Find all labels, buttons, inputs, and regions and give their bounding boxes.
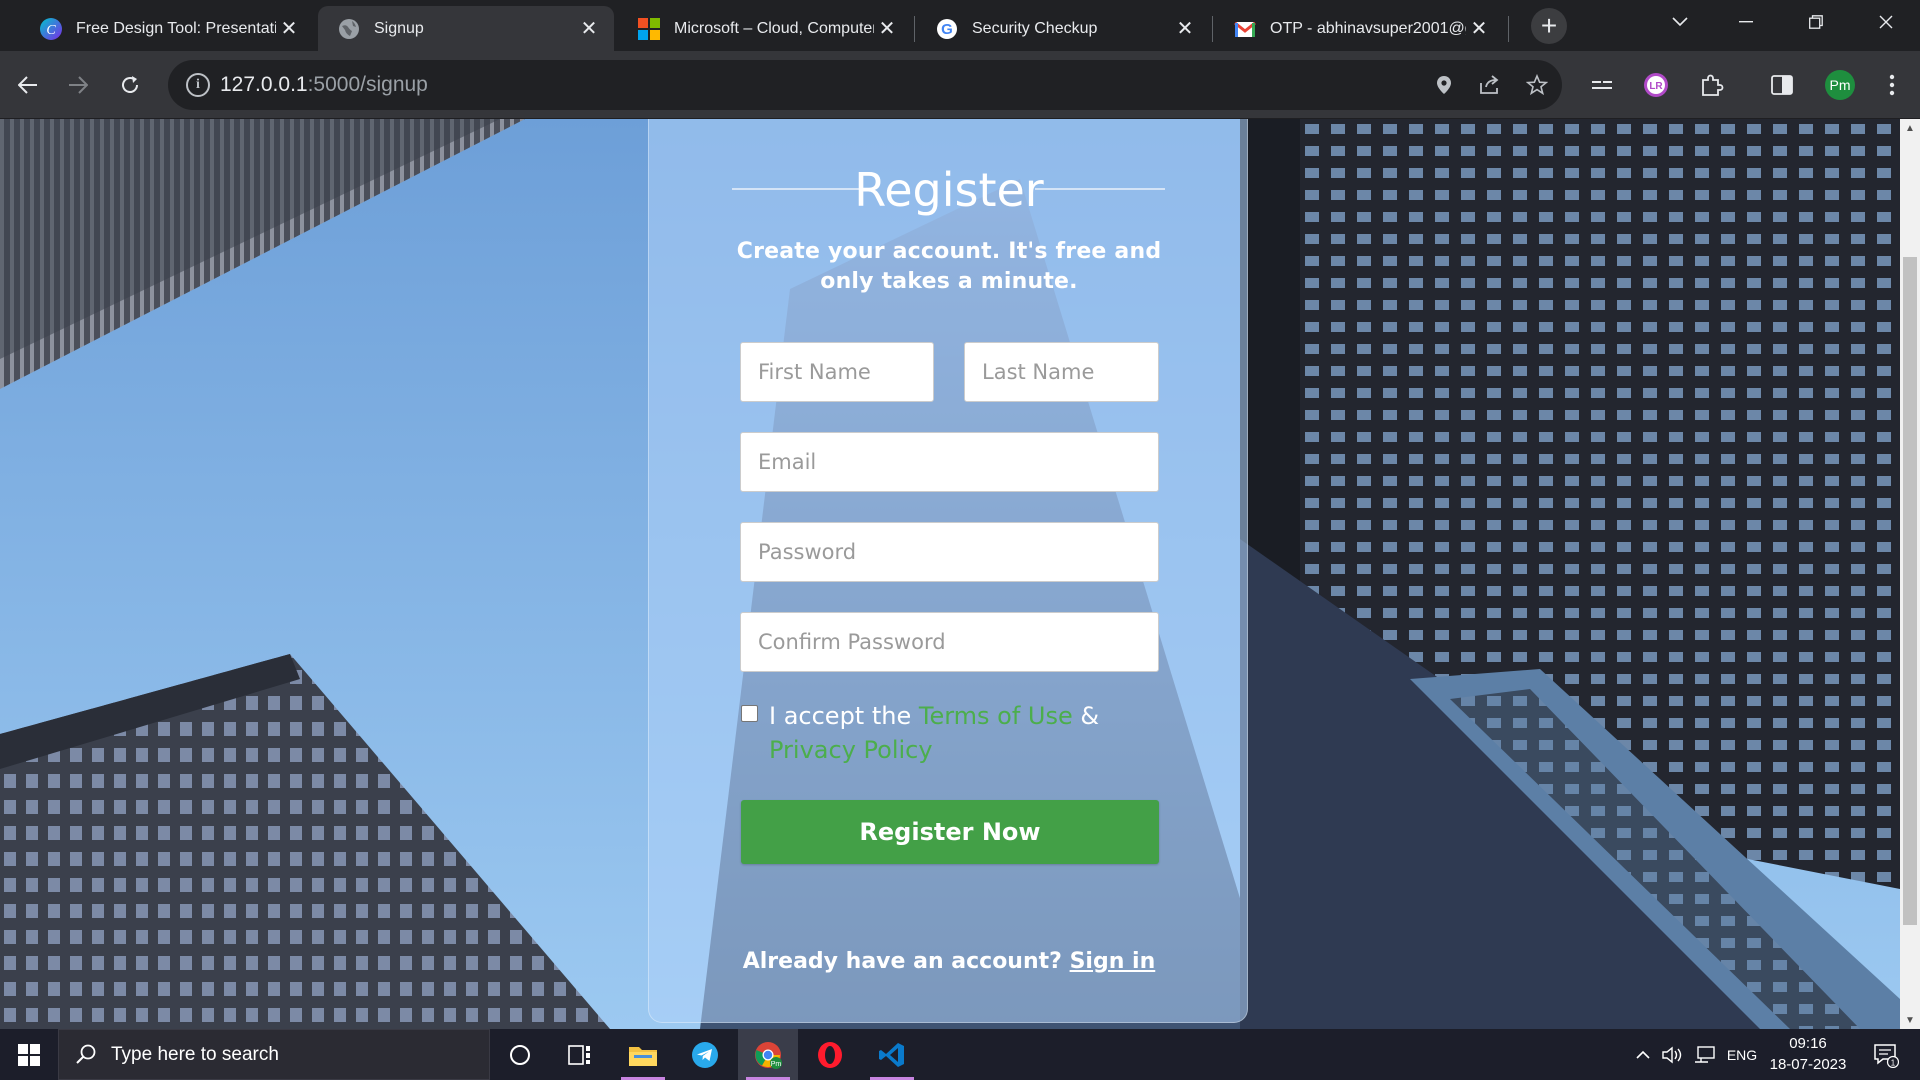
tab-groups-icon[interactable]: [1582, 65, 1622, 105]
file-explorer-icon[interactable]: [613, 1029, 673, 1080]
register-now-button[interactable]: Register Now: [741, 800, 1159, 864]
chrome-taskbar-icon[interactable]: Pm: [738, 1029, 798, 1080]
last-name-input[interactable]: [964, 342, 1159, 402]
reload-button[interactable]: [110, 65, 150, 105]
side-panel-icon[interactable]: [1762, 65, 1802, 105]
browser-toolbar: i 127.0.0.1:5000/signup LR Pm: [0, 51, 1920, 119]
tab-title: OTP - abhinavsuper2001@gr: [1270, 19, 1466, 37]
url-host: 127.0.0.1: [220, 73, 308, 96]
canva-icon: C: [40, 17, 62, 40]
forward-button[interactable]: [58, 65, 98, 105]
google-icon: G: [936, 18, 958, 40]
terms-label: I accept the Terms of Use & Privacy Poli…: [769, 699, 1129, 767]
clock-time: 09:16: [1789, 1035, 1827, 1052]
tab-separator: [1508, 16, 1509, 42]
terms-checkbox[interactable]: [741, 705, 758, 722]
sign-in-link[interactable]: Sign in: [1070, 949, 1156, 974]
url-path: :5000/signup: [307, 73, 428, 96]
taskbar-search-input[interactable]: Type here to search: [58, 1029, 490, 1080]
svg-text:1: 1: [1891, 1058, 1896, 1067]
page-subtitle: Create your account. It's free and only …: [736, 239, 1162, 294]
email-input[interactable]: [740, 432, 1159, 492]
windows-start-icon[interactable]: [0, 1029, 58, 1080]
page-viewport: Register Create your account. It's free …: [0, 119, 1900, 1029]
new-tab-button[interactable]: +: [1531, 8, 1567, 44]
tab-title: Signup: [374, 19, 424, 37]
url-text[interactable]: 127.0.0.1:5000/signup: [220, 73, 428, 97]
svg-text:G: G: [941, 21, 953, 38]
vscode-icon[interactable]: [862, 1029, 922, 1080]
taskbar-search-placeholder: Type here to search: [111, 1044, 279, 1065]
signin-prompt-text: Already have an account?: [742, 949, 1070, 974]
tab-search-chevron-icon[interactable]: [1650, 0, 1710, 44]
register-card: Register Create your account. It's free …: [648, 119, 1248, 1023]
tab-security-checkup[interactable]: G Security Checkup ✕: [916, 6, 1210, 51]
tab-title: Microsoft – Cloud, Computer: [674, 19, 874, 37]
cortana-icon[interactable]: [490, 1029, 550, 1080]
page-title: Register: [854, 163, 1044, 217]
browser-tab-strip: C Free Design Tool: Presentatio ✕ Signup…: [0, 0, 1920, 51]
terms-of-use-link[interactable]: Terms of Use: [919, 702, 1073, 730]
bookmark-star-icon[interactable]: [1522, 70, 1552, 100]
signin-prompt: Already have an account? Sign in: [649, 949, 1249, 974]
volume-icon[interactable]: [1658, 1029, 1688, 1080]
windows-taskbar: Type here to search Pm ENG 09:16 18-07-2…: [0, 1029, 1920, 1080]
privacy-policy-link[interactable]: Privacy Policy: [769, 736, 933, 764]
svg-text:Pm: Pm: [771, 1061, 782, 1068]
extensions-puzzle-icon[interactable]: [1692, 65, 1732, 105]
opera-icon[interactable]: [800, 1029, 860, 1080]
tab-canva[interactable]: C Free Design Tool: Presentatio ✕: [20, 6, 314, 51]
tab-microsoft[interactable]: Microsoft – Cloud, Computer ✕: [618, 6, 912, 51]
close-window-button[interactable]: [1856, 0, 1916, 44]
minimize-button[interactable]: [1716, 0, 1776, 44]
kebab-menu-icon[interactable]: [1872, 65, 1912, 105]
extension-lr-icon[interactable]: LR: [1636, 65, 1676, 105]
globe-icon: [338, 18, 360, 40]
gmail-icon: [1234, 18, 1256, 40]
restore-button[interactable]: [1786, 0, 1846, 44]
scroll-thumb[interactable]: [1903, 257, 1917, 925]
terms-prefix: I accept the: [769, 702, 919, 730]
info-icon[interactable]: i: [186, 73, 210, 97]
share-icon[interactable]: [1475, 70, 1505, 100]
clock-date: 18-07-2023: [1769, 1056, 1847, 1073]
scroll-down-arrow-icon[interactable]: ▼: [1900, 1011, 1920, 1029]
first-name-input[interactable]: [740, 342, 934, 402]
password-input[interactable]: [740, 522, 1159, 582]
tab-gmail-otp[interactable]: OTP - abhinavsuper2001@gr ✕: [1214, 6, 1504, 51]
tab-title: Security Checkup: [972, 19, 1098, 37]
close-icon[interactable]: ✕: [1172, 16, 1198, 42]
tab-signup[interactable]: Signup ✕: [318, 6, 614, 51]
search-icon: [75, 1043, 99, 1067]
close-icon[interactable]: ✕: [1466, 16, 1492, 42]
close-icon[interactable]: ✕: [276, 16, 302, 42]
language-indicator[interactable]: ENG: [1722, 1029, 1762, 1080]
tab-separator: [914, 16, 915, 42]
scroll-up-arrow-icon[interactable]: ▲: [1900, 119, 1920, 137]
close-icon[interactable]: ✕: [576, 16, 602, 42]
telegram-icon[interactable]: [675, 1029, 735, 1080]
svg-text:Pm: Pm: [1830, 77, 1851, 93]
notification-center-icon[interactable]: 1: [1866, 1029, 1906, 1080]
network-icon[interactable]: [1690, 1029, 1720, 1080]
tab-title: Free Design Tool: Presentatio: [76, 19, 276, 37]
confirm-password-input[interactable]: [740, 612, 1159, 672]
tray-overflow-chevron-icon[interactable]: [1628, 1029, 1658, 1080]
microsoft-icon: [638, 17, 660, 40]
svg-text:LR: LR: [1649, 81, 1663, 92]
taskbar-clock[interactable]: 09:16 18-07-2023: [1766, 1033, 1850, 1075]
back-button[interactable]: [8, 65, 48, 105]
address-bar[interactable]: i 127.0.0.1:5000/signup: [168, 60, 1562, 110]
profile-avatar[interactable]: Pm: [1820, 65, 1860, 105]
terms-ampersand: &: [1072, 702, 1100, 730]
page-scrollbar[interactable]: ▲ ▼: [1900, 119, 1920, 1029]
tab-separator: [1212, 16, 1213, 42]
task-view-icon[interactable]: [550, 1029, 610, 1080]
close-icon[interactable]: ✕: [874, 16, 900, 42]
svg-text:C: C: [46, 23, 56, 38]
location-icon[interactable]: [1429, 70, 1459, 100]
